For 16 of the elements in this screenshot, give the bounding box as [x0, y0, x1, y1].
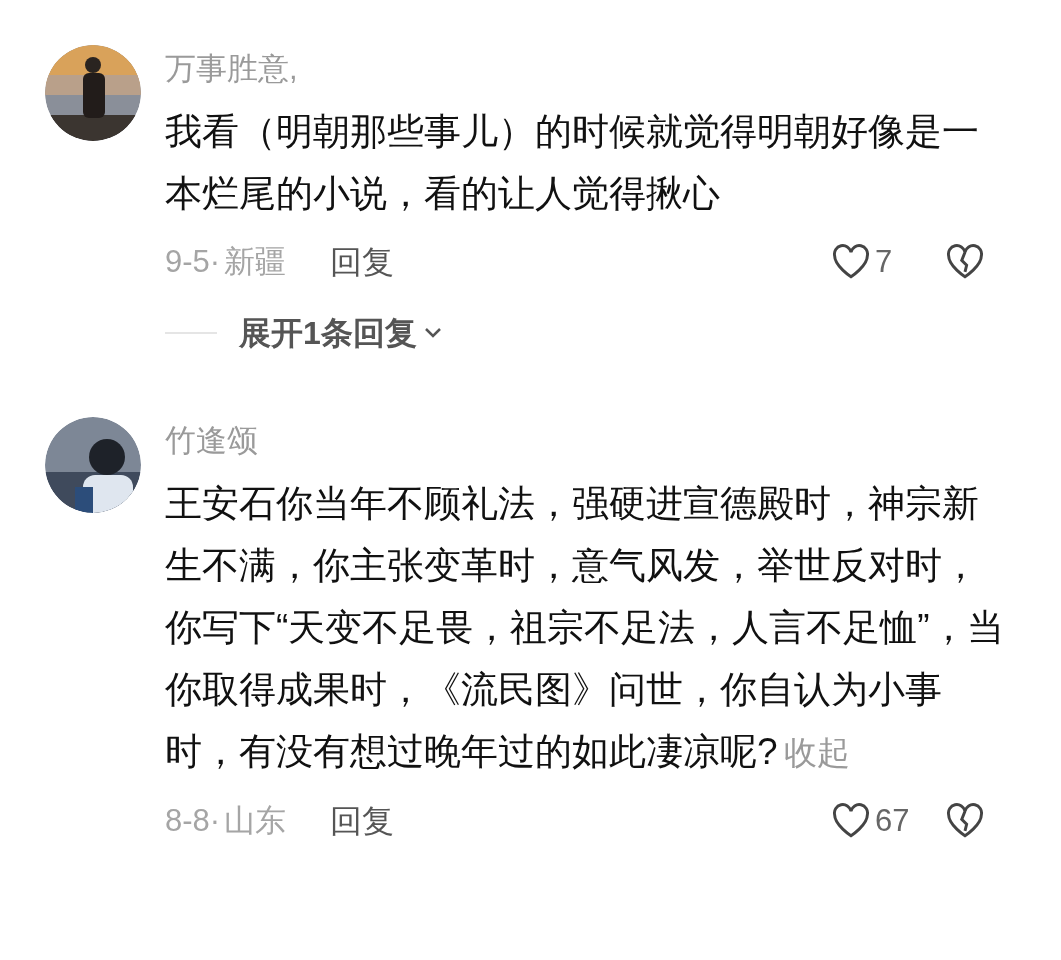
broken-heart-icon[interactable]: [945, 244, 985, 280]
heart-icon[interactable]: [831, 244, 871, 280]
like-count: 7: [875, 242, 894, 281]
comment-date: 9-5·: [165, 242, 221, 281]
comment-text: 王安石你当年不顾礼法，强硬进宣德殿时，神宗新生不满，你主张变革时，意气风发，举世反对时，你写下“天变不足畏，祖宗不足法，人言不足恤”，当你取得成果时，《流民图》问世，你自认为小事时，有没有想过晚年过的如此凄凉呢? 收起: [165, 482, 1005, 774]
like-count: 67: [875, 801, 911, 840]
reply-button[interactable]: 回复: [330, 797, 395, 845]
comment-location: 山东: [224, 801, 287, 840]
chevron-down-icon: [422, 326, 443, 340]
comment-text: 我看（明朝那些事儿）的时候就觉得明朝好像是一本烂尾的小说，看的让人觉得揪心: [165, 110, 980, 216]
broken-heart-icon[interactable]: [945, 803, 985, 839]
heart-icon[interactable]: [831, 803, 871, 839]
comment-location: 新疆: [224, 242, 287, 281]
reply-button[interactable]: 回复: [330, 238, 395, 286]
comment-date: 8-8·: [165, 801, 221, 840]
expand-replies-button[interactable]: 展开1条回复: [239, 309, 443, 357]
